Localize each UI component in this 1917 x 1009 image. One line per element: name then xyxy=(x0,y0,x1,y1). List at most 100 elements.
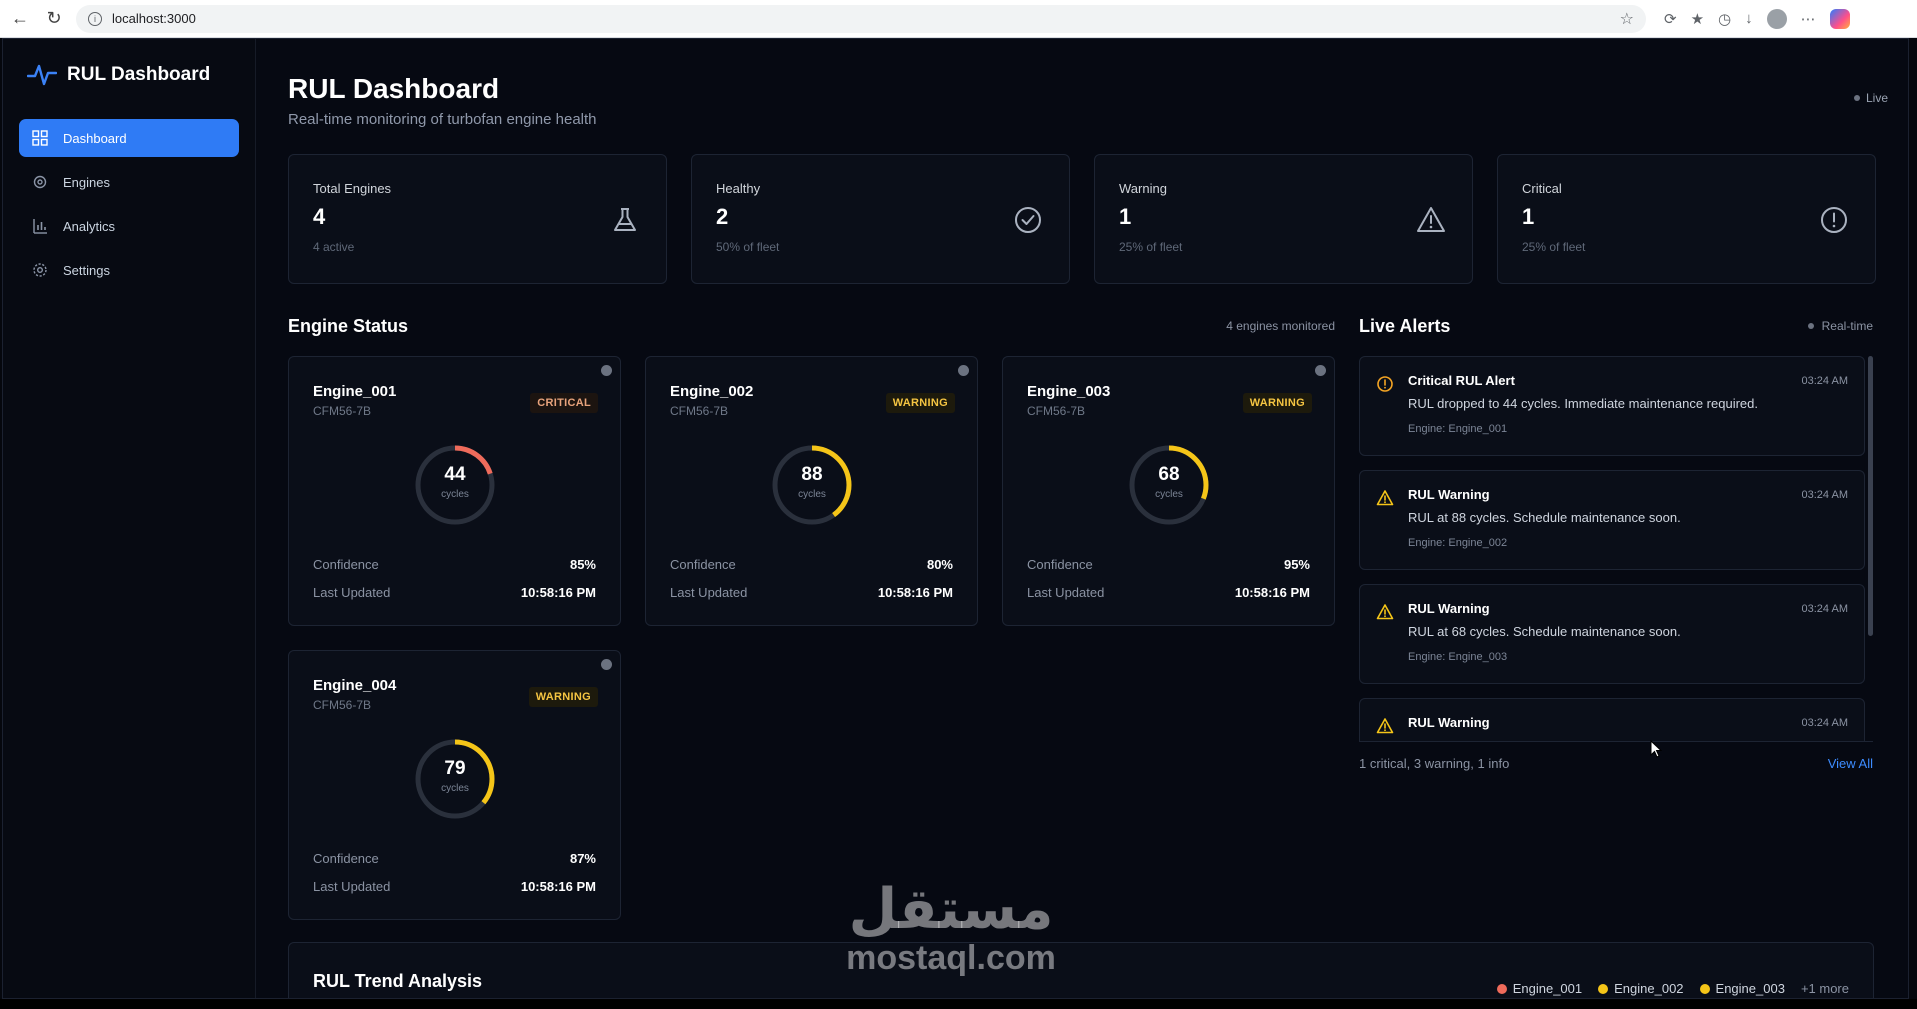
live-indicator: Live xyxy=(1853,91,1888,105)
sidebar-nav: Dashboard Engines Analytics Settings xyxy=(19,119,239,289)
confidence-label: Confidence xyxy=(313,557,379,572)
confidence-value: 85% xyxy=(569,557,596,572)
site-info-icon[interactable]: i xyxy=(88,11,102,26)
page-subtitle: Real-time monitoring of turbofan engine … xyxy=(288,111,597,128)
download-icon[interactable]: ↓ xyxy=(1745,10,1753,27)
confidence-row: Confidence 95% xyxy=(1027,557,1310,572)
settings-icon xyxy=(31,261,49,279)
rul-gauge: 68 cycles xyxy=(1121,437,1217,533)
rul-gauge: 79 cycles xyxy=(407,731,503,827)
brand[interactable]: RUL Dashboard xyxy=(19,57,239,93)
bar-chart-icon xyxy=(31,217,49,235)
legend-item[interactable]: Engine_001 xyxy=(1496,981,1583,996)
confidence-label: Confidence xyxy=(313,851,379,866)
reload-icon[interactable]: ↻ xyxy=(40,5,68,33)
address-bar[interactable]: i localhost:3000 ☆ xyxy=(76,4,1646,33)
alert-item[interactable]: RUL Warning RUL at 68 cycles. Schedule m… xyxy=(1359,584,1865,684)
warning-triangle-icon xyxy=(1376,490,1394,506)
engine-card[interactable]: Engine_003 CFM56-7B WARNING 68 cycles Co… xyxy=(1002,356,1335,626)
app-window: RUL Dashboard Dashboard Engines Analytic… xyxy=(2,38,1909,999)
engine-card[interactable]: Engine_004 CFM56-7B WARNING 79 cycles Co… xyxy=(288,650,621,920)
sidebar-item-label: Analytics xyxy=(63,218,116,234)
sidebar-item-settings[interactable]: Settings xyxy=(19,251,239,289)
stat-sub: 4 active xyxy=(313,240,355,254)
stat-label: Warning xyxy=(1119,181,1167,196)
legend-swatch xyxy=(1598,983,1609,994)
stat-card-critical: Critical 1 25% of fleet xyxy=(1497,154,1876,284)
copilot-icon[interactable] xyxy=(1829,8,1850,29)
back-icon[interactable]: ← xyxy=(6,5,34,33)
sidebar-item-engines[interactable]: Engines xyxy=(19,163,239,201)
alert-title: RUL Warning xyxy=(1408,715,1490,730)
engine-card[interactable]: Engine_002 CFM56-7B WARNING 88 cycles Co… xyxy=(645,356,978,626)
alert-circle-icon xyxy=(1821,207,1847,233)
alert-title: Critical RUL Alert xyxy=(1408,373,1515,388)
last-updated-row: Last Updated 10:58:16 PM xyxy=(313,585,596,600)
watermark-logo: مستقل mostaql.com xyxy=(836,877,1066,977)
gear-icon xyxy=(31,173,49,191)
rul-value: 44 xyxy=(444,464,466,485)
view-all-link[interactable]: View All xyxy=(1828,756,1873,771)
legend-item[interactable]: Engine_003 xyxy=(1699,981,1785,996)
sidebar: RUL Dashboard Dashboard Engines Analytic… xyxy=(3,39,256,998)
engine-card[interactable]: Engine_001 CFM56-7B CRITICAL 44 cycles C… xyxy=(288,356,621,626)
browser-toolbar: ← ↻ i localhost:3000 ☆ ⟳ ★ ◷ ↓ ⋯ xyxy=(0,0,1917,38)
status-dot-icon xyxy=(1315,365,1326,376)
alert-message: RUL dropped to 44 cycles. Immediate main… xyxy=(1408,396,1758,411)
section-title: Engine Status xyxy=(288,315,409,336)
legend-label: Engine_001 xyxy=(1512,981,1583,996)
last-updated-label: Last Updated xyxy=(670,585,748,600)
rul-value: 68 xyxy=(1158,464,1180,485)
sidebar-item-dashboard[interactable]: Dashboard xyxy=(19,119,239,157)
stat-sub: 25% of fleet xyxy=(1119,240,1183,254)
alert-message: RUL at 68 cycles. Schedule maintenance s… xyxy=(1408,624,1681,639)
alert-title: RUL Warning xyxy=(1408,487,1490,502)
warning-triangle-icon xyxy=(1376,604,1394,620)
engine-grid: Engine_001 CFM56-7B CRITICAL 44 cycles C… xyxy=(288,356,1335,920)
alert-engine: Engine: Engine_001 xyxy=(1408,423,1508,435)
rul-gauge: 88 cycles xyxy=(764,437,860,533)
alert-title: RUL Warning xyxy=(1408,601,1490,616)
stat-value: 4 xyxy=(313,204,326,229)
confidence-row: Confidence 87% xyxy=(313,851,596,866)
alert-time: 03:24 AM xyxy=(1801,489,1848,501)
confidence-row: Confidence 80% xyxy=(670,557,953,572)
last-updated-value: 10:58:16 PM xyxy=(877,585,953,600)
alert-item[interactable]: RUL Warning 03:24 AM xyxy=(1359,698,1865,741)
alerts-summary: 1 critical, 3 warning, 1 info xyxy=(1359,756,1510,771)
history-icon[interactable]: ◷ xyxy=(1718,10,1731,28)
more-menu-icon[interactable]: ⋯ xyxy=(1801,10,1816,28)
watermark-arabic: مستقل xyxy=(848,877,1054,942)
profile-avatar[interactable] xyxy=(1766,8,1787,29)
alert-item[interactable]: Critical RUL Alert RUL dropped to 44 cyc… xyxy=(1359,356,1865,456)
alert-time: 03:24 AM xyxy=(1801,375,1848,387)
extensions-icon[interactable]: ⟳ xyxy=(1664,10,1677,28)
bookmark-star-icon[interactable]: ☆ xyxy=(1620,9,1634,29)
rul-trend-section: RUL Trend Analysis Engine_001 Engine_002… xyxy=(288,942,1874,998)
live-alerts-header: Live Alerts Real-time xyxy=(1359,314,1873,338)
grid-icon xyxy=(31,129,49,147)
legend-item[interactable]: Engine_002 xyxy=(1598,981,1684,996)
rul-unit: cycles xyxy=(441,783,469,794)
last-updated-label: Last Updated xyxy=(313,585,391,600)
alert-time: 03:24 AM xyxy=(1801,603,1848,615)
rul-value: 79 xyxy=(444,758,466,779)
engine-status-section: Engine Status 4 engines monitored Engine… xyxy=(288,314,1335,920)
warning-triangle-icon xyxy=(1417,207,1445,232)
alert-message: RUL at 88 cycles. Schedule maintenance s… xyxy=(1408,510,1681,525)
alert-item[interactable]: RUL Warning RUL at 88 cycles. Schedule m… xyxy=(1359,470,1865,570)
mouse-cursor-icon xyxy=(1650,740,1662,758)
flask-icon xyxy=(614,208,636,231)
favorites-icon[interactable]: ★ xyxy=(1691,10,1704,28)
legend-label: Engine_003 xyxy=(1715,981,1785,996)
main-content: RUL Dashboard Real-time monitoring of tu… xyxy=(256,39,1908,998)
alerts-scrollbar[interactable] xyxy=(1868,356,1873,636)
sidebar-item-analytics[interactable]: Analytics xyxy=(19,207,239,245)
stat-card-healthy: Healthy 2 50% of fleet xyxy=(691,154,1070,284)
confidence-value: 87% xyxy=(569,851,596,866)
sidebar-item-label: Settings xyxy=(63,262,110,278)
alerts-list[interactable]: Critical RUL Alert RUL dropped to 44 cyc… xyxy=(1359,356,1873,742)
sidebar-item-label: Dashboard xyxy=(63,130,127,146)
legend-more[interactable]: +1 more xyxy=(1801,981,1849,996)
stat-card-warning: Warning 1 25% of fleet xyxy=(1094,154,1473,284)
